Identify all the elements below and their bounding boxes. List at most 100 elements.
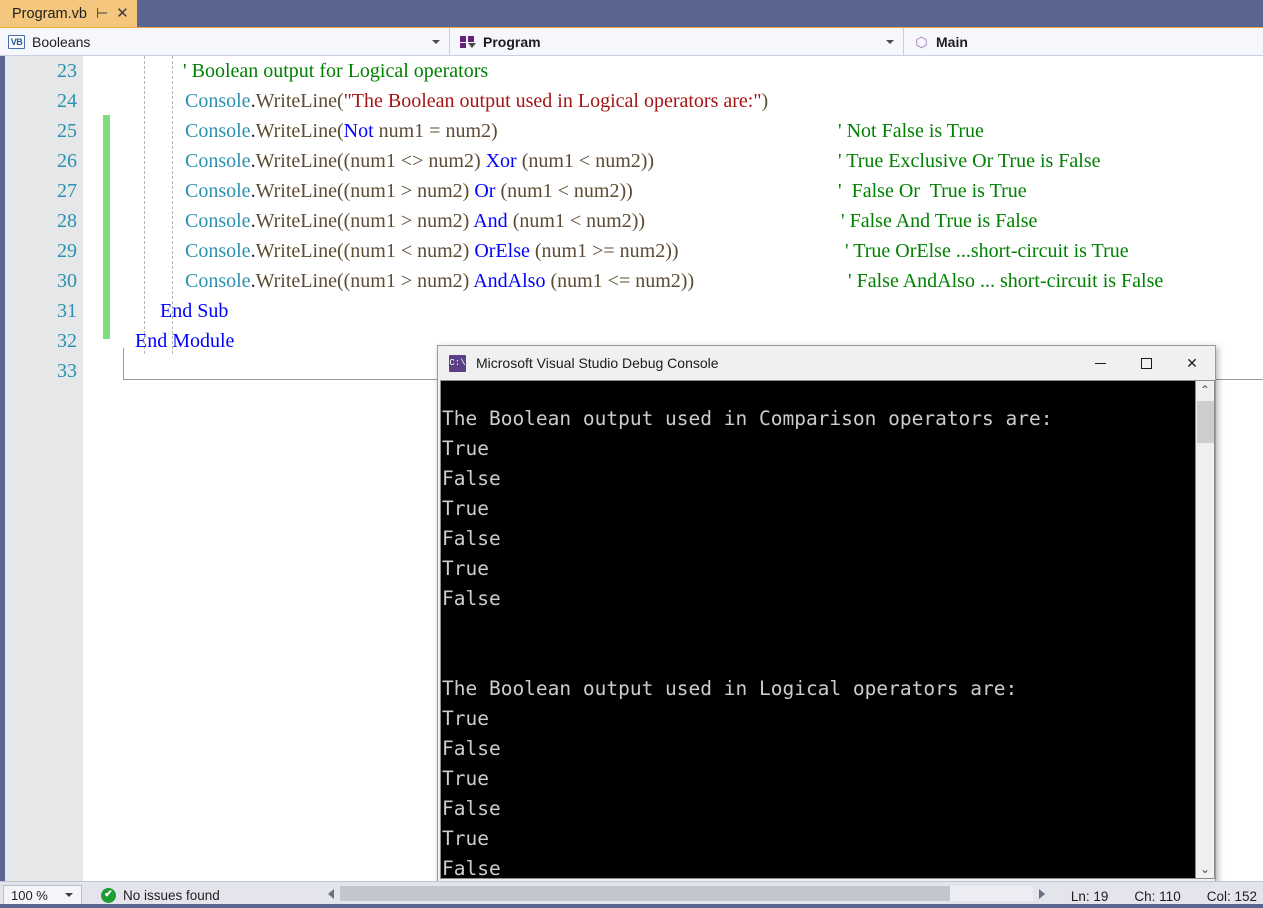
chevron-down-icon[interactable] <box>432 39 440 44</box>
scroll-right-icon[interactable] <box>1039 888 1045 899</box>
check-circle-icon: ✔ <box>101 887 116 903</box>
code-token: OrElse <box>474 240 530 262</box>
window-controls: ✕ <box>1077 346 1215 380</box>
line-number: 28 <box>57 210 77 232</box>
code-line[interactable]: 26 Console.WriteLine((num1 <> num2) Xor (… <box>5 146 1263 176</box>
status-bar: 100 % ✔ No issues found Ln: 19 Ch: 110 C… <box>0 881 1263 908</box>
editor-tab-strip: Program.vb ⊢ ✕ <box>0 0 1263 27</box>
maximize-button[interactable] <box>1123 346 1169 380</box>
code-token: ((num1 < num2) <box>336 240 475 262</box>
console-title-bar[interactable]: C:\ Microsoft Visual Studio Debug Consol… <box>438 346 1215 380</box>
code-token: ((num1 > num2) <box>336 270 474 292</box>
code-line[interactable]: 29 Console.WriteLine((num1 < num2) OrElse… <box>5 236 1263 266</box>
code-inline-comment: ' True Exclusive Or True is False <box>838 150 1101 172</box>
code-token: ' Boolean output for Logical operators <box>183 60 489 82</box>
scroll-left-icon[interactable] <box>328 888 334 899</box>
code-token: Or <box>474 180 496 202</box>
caret-position-info: Ln: 19 Ch: 110 Col: 152 <box>1071 889 1257 904</box>
code-text: End Module <box>135 326 234 356</box>
code-token: num1 = num2) <box>373 120 498 142</box>
scroll-up-icon[interactable]: ⌃ <box>1196 381 1214 399</box>
scroll-down-icon[interactable]: ⌄ <box>1196 860 1214 878</box>
zoom-level-label: 100 % <box>11 887 48 903</box>
line-number: 23 <box>57 60 77 82</box>
pin-icon[interactable]: ⊢ <box>96 6 108 20</box>
code-line[interactable]: 27 Console.WriteLine((num1 > num2) Or (nu… <box>5 176 1263 206</box>
code-token: End Module <box>135 330 235 352</box>
code-line[interactable]: 31 End Sub <box>5 296 1263 326</box>
method-icon: ⬡ <box>915 33 928 50</box>
module-icon <box>460 35 476 49</box>
code-token: ( <box>336 120 344 142</box>
chevron-down-icon[interactable] <box>65 893 73 897</box>
code-navigation-bar: VB Booleans Program ⬡ Main <box>0 27 1263 56</box>
line-number: 25 <box>57 120 77 142</box>
console-vertical-scrollbar[interactable]: ⌃ ⌄ <box>1195 381 1214 878</box>
code-token: (num1 < num2)) <box>495 180 633 202</box>
line-number: 27 <box>57 180 77 202</box>
code-inline-comment: ' True OrElse ...short-circuit is True <box>845 240 1129 262</box>
close-button[interactable]: ✕ <box>1169 346 1215 380</box>
console-output-area[interactable]: The Boolean output used in Comparison op… <box>440 380 1215 879</box>
issues-status[interactable]: ✔ No issues found <box>101 887 220 903</box>
chevron-down-icon[interactable] <box>886 39 894 44</box>
scrollbar-track[interactable] <box>340 886 1033 901</box>
line-number: 30 <box>57 270 77 292</box>
editor-tab-program-vb[interactable]: Program.vb ⊢ ✕ <box>0 0 137 27</box>
code-token: ( <box>336 90 344 112</box>
code-token: Console <box>185 210 251 232</box>
code-text: Console.WriteLine((num1 > num2) Or (num1… <box>185 176 633 206</box>
console-title-label: Microsoft Visual Studio Debug Console <box>476 355 719 371</box>
project-dropdown[interactable]: VB Booleans <box>0 28 450 55</box>
scrollbar-thumb[interactable] <box>1197 401 1214 443</box>
member-dropdown[interactable]: ⬡ Main <box>904 28 1263 55</box>
code-token: Console <box>185 180 251 202</box>
code-token: ((num1 > num2) <box>336 210 474 232</box>
code-token: AndAlso <box>473 270 546 292</box>
code-token: End Sub <box>160 300 229 322</box>
caret-char: Ch: 110 <box>1134 889 1181 904</box>
line-number: 26 <box>57 150 77 172</box>
editor-tab-label: Program.vb <box>12 5 87 22</box>
code-line[interactable]: 28 Console.WriteLine((num1 > num2) And (n… <box>5 206 1263 236</box>
line-number: 24 <box>57 90 77 112</box>
code-token: WriteLine <box>255 150 337 172</box>
project-dropdown-label: Booleans <box>32 33 91 50</box>
code-inline-comment: ' False AndAlso ... short-circuit is Fal… <box>848 270 1164 292</box>
console-output-text: The Boolean output used in Comparison op… <box>442 406 1053 879</box>
code-line[interactable]: 25 Console.WriteLine(Not num1 = num2) ' No… <box>5 116 1263 146</box>
code-token: (num1 < num2)) <box>516 150 655 172</box>
zoom-level-dropdown[interactable]: 100 % <box>3 884 82 906</box>
code-token: Console <box>185 150 251 172</box>
line-number: 33 <box>57 360 77 382</box>
code-token: Console <box>185 270 251 292</box>
code-line[interactable]: 23 ' Boolean output for Logical operators <box>5 56 1263 86</box>
code-line[interactable]: 24 Console.WriteLine("The Boolean output … <box>5 86 1263 116</box>
code-token: WriteLine <box>255 210 337 232</box>
code-text: Console.WriteLine("The Boolean output us… <box>185 86 768 116</box>
code-text: ' Boolean output for Logical operators <box>183 56 488 86</box>
visual-studio-window: Program.vb ⊢ ✕ VB Booleans Program ⬡ Mai… <box>0 0 1263 908</box>
code-token: WriteLine <box>255 120 337 142</box>
code-token: WriteLine <box>255 90 337 112</box>
code-text: Console.WriteLine((num1 < num2) OrElse (… <box>185 236 679 266</box>
minimize-button[interactable] <box>1077 346 1123 380</box>
close-icon[interactable]: ✕ <box>116 6 129 21</box>
editor-horizontal-scrollbar[interactable] <box>325 884 1048 903</box>
code-line[interactable]: 30 Console.WriteLine((num1 > num2) AndAls… <box>5 266 1263 296</box>
code-token: (num1 <= num2)) <box>545 270 695 292</box>
debug-console-window[interactable]: C:\ Microsoft Visual Studio Debug Consol… <box>437 345 1216 882</box>
type-dropdown-label: Program <box>483 33 541 50</box>
caret-line: Ln: 19 <box>1070 889 1109 904</box>
code-text: Console.WriteLine(Not num1 = num2) <box>185 116 498 146</box>
line-number: 31 <box>57 300 77 322</box>
code-token: Not <box>343 120 374 142</box>
line-number: 32 <box>57 330 77 352</box>
code-token: ((num1 > num2) <box>336 180 475 202</box>
member-dropdown-label: Main <box>936 33 968 50</box>
code-text: Console.WriteLine((num1 > num2) And (num… <box>185 206 645 236</box>
scrollbar-thumb[interactable] <box>340 886 950 901</box>
code-text: Console.WriteLine((num1 > num2) AndAlso … <box>185 266 694 296</box>
code-inline-comment: ' False And True is False <box>841 210 1038 232</box>
type-dropdown[interactable]: Program <box>450 28 904 55</box>
